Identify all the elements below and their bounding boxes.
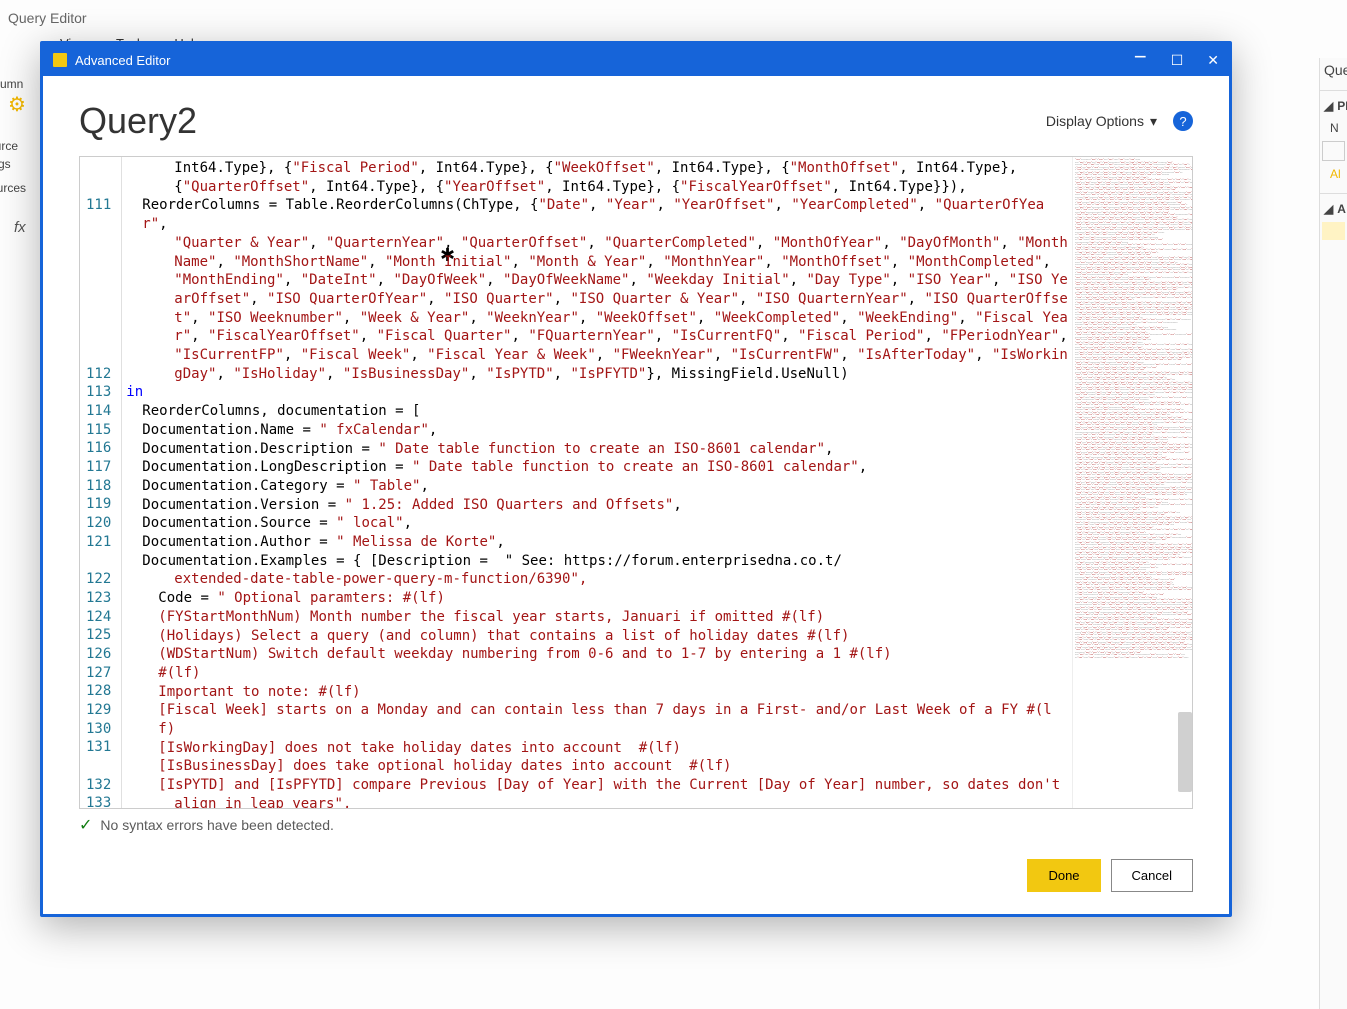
query-settings-header: Que: [1320, 58, 1347, 82]
fx-icon[interactable]: fx: [14, 219, 26, 236]
advanced-editor-modal: Advanced Editor − ☐ ✕ Query2 Display Opt…: [40, 41, 1232, 917]
name-input[interactable]: [1322, 141, 1345, 161]
done-button[interactable]: Done: [1027, 859, 1100, 892]
modal-titlebar[interactable]: Advanced Editor − ☐ ✕: [43, 44, 1229, 76]
close-button[interactable]: ✕: [1207, 52, 1219, 69]
minimap-content: "xxx"xxxxxxxx"xxx"x"xxx"xxx"xxx"xxxx"xxx…: [1073, 157, 1192, 661]
powerbi-icon: [53, 53, 67, 67]
menu-column[interactable]: Column: [0, 75, 38, 93]
name-label: N: [1320, 117, 1347, 139]
applied-step-item[interactable]: [1322, 222, 1345, 240]
status-text: No syntax errors have been detected.: [100, 817, 333, 833]
query-name-heading: Query2: [79, 100, 1046, 142]
modal-header: Query2 Display Options ▾ ?: [43, 76, 1229, 156]
minimize-button[interactable]: −: [1134, 52, 1147, 69]
display-options-dropdown[interactable]: Display Options ▾: [1046, 113, 1157, 130]
cancel-button[interactable]: Cancel: [1111, 859, 1193, 892]
help-button[interactable]: ?: [1173, 111, 1193, 131]
right-panel: Que ◢PR N Al ◢A: [1319, 58, 1347, 1009]
minimap[interactable]: "xxx"xxxxxxxx"xxx"x"xxx"xxx"xxx"xxxx"xxx…: [1072, 157, 1192, 808]
modal-title: Advanced Editor: [75, 53, 1134, 68]
maximize-button[interactable]: ☐: [1171, 52, 1184, 69]
source-label: source: [0, 137, 38, 155]
code-editor[interactable]: ✱ 11111211311411511611711811912012112212…: [79, 156, 1193, 809]
all-props-link[interactable]: Al: [1320, 163, 1347, 185]
line-gutter: 1111121131141151161171181191201211221231…: [80, 157, 122, 808]
syntax-status: ✓ No syntax errors have been detected.: [79, 815, 1193, 835]
check-icon: ✓: [79, 815, 92, 835]
sources-label: Sources: [0, 179, 38, 197]
chevron-down-icon: ▾: [1150, 113, 1157, 130]
settings-label: ttings: [0, 155, 38, 173]
gear-icon[interactable]: ⚙: [8, 92, 26, 117]
display-options-label: Display Options: [1046, 113, 1144, 129]
minimap-slider[interactable]: [1178, 712, 1192, 792]
modal-footer: Done Cancel: [43, 841, 1229, 914]
properties-section[interactable]: ◢PR: [1320, 90, 1347, 117]
applied-steps-section[interactable]: ◢A: [1320, 193, 1347, 220]
code-content[interactable]: Int64.Type}, {"Fiscal Period", Int64.Typ…: [122, 157, 1072, 808]
bg-window-title: Query Editor: [8, 10, 87, 26]
